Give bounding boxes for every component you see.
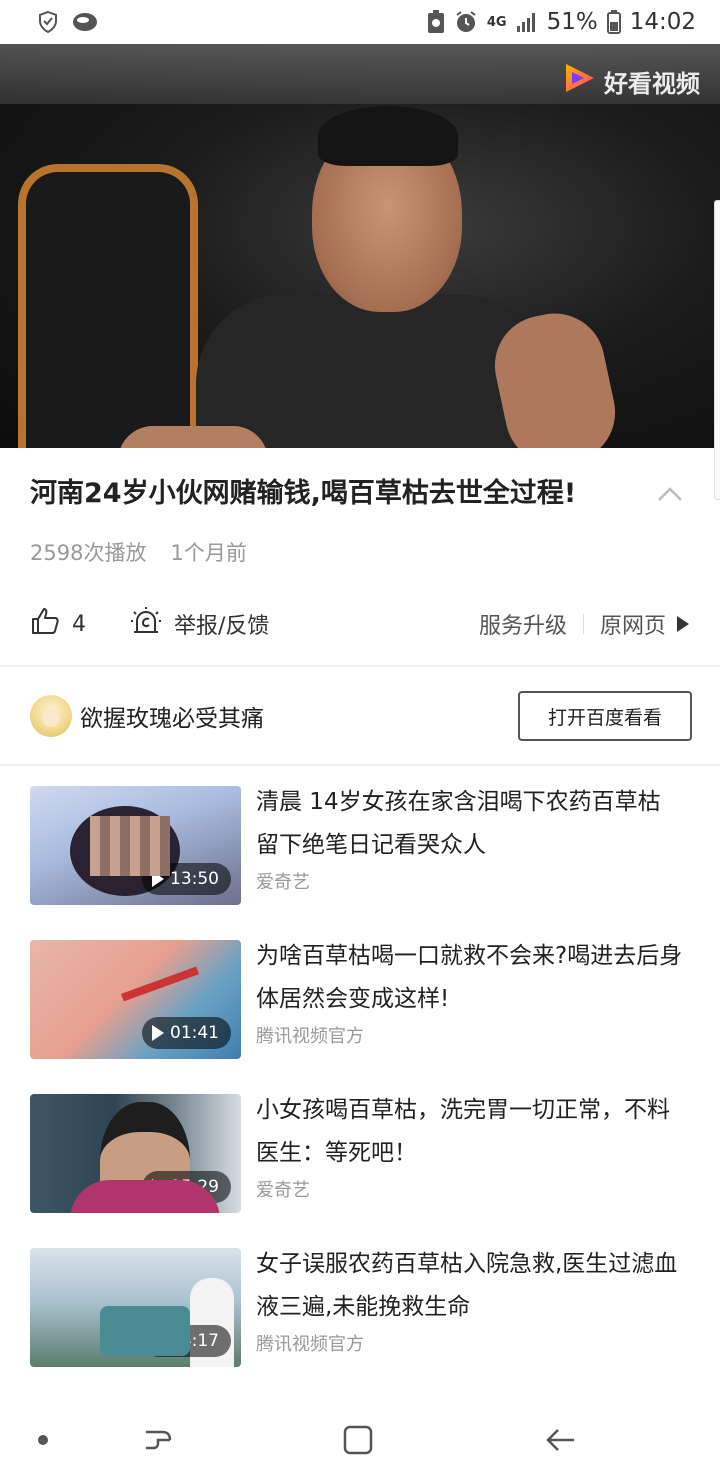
- video-thumbnail[interactable]: 05:29: [30, 1094, 241, 1213]
- notification-app-icon: [72, 11, 98, 33]
- play-icon: [152, 1025, 164, 1041]
- nav-dot-icon[interactable]: [36, 1422, 50, 1458]
- haokan-logo-icon: [562, 60, 598, 102]
- video-meta: 2598次播放 1个月前: [30, 536, 247, 570]
- watermark-text: 好看视频: [604, 69, 700, 98]
- video-thumbnail[interactable]: 01:41: [30, 940, 241, 1059]
- battery-saver-icon: [427, 10, 445, 34]
- duration-badge: 04:17: [142, 1325, 231, 1357]
- service-upgrade-link[interactable]: 服务升级: [479, 608, 567, 640]
- duration-text: 05:29: [170, 1177, 219, 1197]
- related-video-item[interactable]: 05:29 小女孩喝百草枯，洗完胃一切正常，不料医生：等死吧！ 爱奇艺: [30, 1094, 690, 1248]
- report-button[interactable]: 举报/反馈: [130, 606, 269, 642]
- related-video-title[interactable]: 清晨 14岁女孩在家含泪喝下农药百草枯 留下绝笔日记看哭众人: [256, 781, 690, 867]
- duration-text: 13:50: [170, 869, 219, 889]
- battery-percent: 51%: [546, 9, 598, 35]
- related-videos-list: 13:50 清晨 14岁女孩在家含泪喝下农药百草枯 留下绝笔日记看哭众人 爱奇艺…: [30, 786, 690, 1402]
- duration-text: 04:17: [170, 1331, 219, 1351]
- video-player[interactable]: 好看视频: [0, 44, 720, 448]
- original-page-link[interactable]: 原网页: [600, 608, 666, 640]
- system-navigation-bar: [0, 1400, 720, 1480]
- home-icon[interactable]: [338, 1422, 378, 1458]
- video-title: 河南24岁小伙网赌输钱,喝百草枯去世全过程!: [30, 478, 577, 509]
- action-links: 服务升级 原网页: [479, 608, 690, 640]
- related-video-item[interactable]: 04:17 女子误服农药百草枯入院急救,医生过滤血液三遍,未能挽救生命 腾讯视频…: [30, 1248, 690, 1402]
- collapse-button[interactable]: [650, 474, 690, 514]
- chevron-up-icon: [658, 487, 682, 501]
- duration-badge: 01:41: [142, 1017, 231, 1049]
- clock: 14:02: [629, 9, 696, 35]
- play-icon: [152, 1179, 164, 1195]
- related-video-source: 爱奇艺: [256, 1180, 310, 1201]
- divider: [0, 764, 720, 766]
- network-type: 4G: [486, 14, 507, 30]
- video-frame-person-hair: [318, 106, 458, 166]
- signal-icon: [516, 12, 538, 32]
- related-video-item[interactable]: 01:41 为啥百草枯喝一口就救不会来?喝进去后身体居然会变成这样! 腾讯视频官…: [30, 940, 690, 1094]
- edge-panel-handle[interactable]: [714, 200, 720, 500]
- recent-apps-icon[interactable]: [138, 1422, 178, 1458]
- divider: [0, 665, 720, 667]
- shield-icon: [36, 10, 60, 34]
- play-icon: [152, 871, 164, 887]
- video-thumbnail[interactable]: 13:50: [30, 786, 241, 905]
- author-row: 欲握玫瑰必受其痛 打开百度看看: [30, 690, 692, 742]
- video-watermark: 好看视频: [562, 60, 700, 102]
- action-bar: 4 举报/反馈 服务升级 原网页: [30, 602, 690, 646]
- battery-icon: [606, 10, 621, 34]
- publish-time: 1个月前: [170, 541, 247, 565]
- related-video-source: 腾讯视频官方: [256, 1026, 364, 1047]
- play-count: 2598次播放: [30, 541, 147, 565]
- related-video-title[interactable]: 为啥百草枯喝一口就救不会来?喝进去后身体居然会变成这样!: [256, 935, 690, 1021]
- back-icon[interactable]: [540, 1422, 580, 1458]
- like-button[interactable]: 4: [30, 606, 86, 642]
- play-icon: [152, 1333, 164, 1349]
- related-video-source: 爱奇艺: [256, 872, 310, 893]
- author-name[interactable]: 欲握玫瑰必受其痛: [80, 699, 264, 733]
- author-avatar[interactable]: [30, 695, 72, 737]
- video-title-row: 河南24岁小伙网赌输钱,喝百草枯去世全过程!: [30, 474, 690, 514]
- play-right-icon: [676, 615, 690, 633]
- status-bar: 4G 51% 14:02: [0, 0, 720, 44]
- duration-badge: 13:50: [142, 863, 231, 895]
- separator: [582, 614, 584, 634]
- related-video-source: 腾讯视频官方: [256, 1334, 364, 1355]
- video-frame-person-body: [196, 294, 546, 448]
- thumbs-up-icon: [30, 606, 60, 642]
- related-video-title[interactable]: 女子误服农药百草枯入院急救,医生过滤血液三遍,未能挽救生命: [256, 1243, 690, 1329]
- open-baidu-button[interactable]: 打开百度看看: [518, 691, 692, 741]
- alarm-icon: [454, 10, 478, 34]
- related-video-title[interactable]: 小女孩喝百草枯，洗完胃一切正常，不料医生：等死吧！: [256, 1089, 690, 1175]
- like-count: 4: [72, 611, 86, 637]
- video-frame-person-hand: [118, 426, 268, 448]
- video-thumbnail[interactable]: 04:17: [30, 1248, 241, 1367]
- duration-badge: 05:29: [142, 1171, 231, 1203]
- video-frame-seat: [18, 164, 198, 448]
- alarm-light-icon: [130, 606, 162, 642]
- report-label: 举报/反馈: [174, 614, 270, 639]
- duration-text: 01:41: [170, 1023, 219, 1043]
- related-video-item[interactable]: 13:50 清晨 14岁女孩在家含泪喝下农药百草枯 留下绝笔日记看哭众人 爱奇艺: [30, 786, 690, 940]
